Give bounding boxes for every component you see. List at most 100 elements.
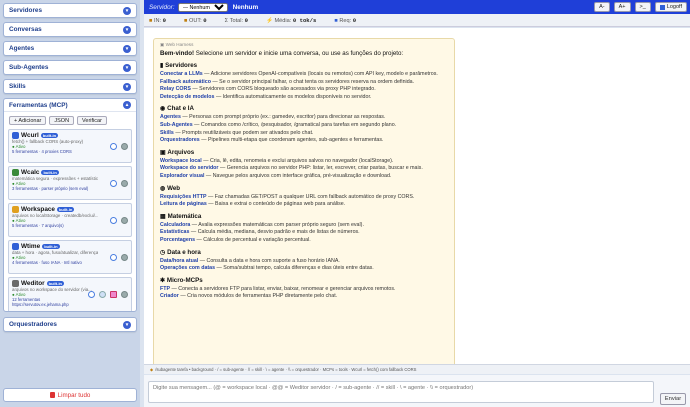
category-icon: ▣ (160, 148, 166, 156)
tool-name: Weditor (21, 280, 45, 287)
feature-item: Requisições HTTP — Faz chamadas GET/POST… (160, 193, 415, 200)
feature-item: FTP — Conecta a servidores FTP para list… (160, 285, 396, 292)
server-label: Servidor: (149, 3, 175, 11)
tool-card: Weditor built-in arquivos no workspace do … (8, 277, 132, 311)
refresh-icon[interactable] (99, 291, 106, 298)
toggle-icon[interactable] (88, 291, 95, 298)
feature-link[interactable]: Detecção de modelos (160, 94, 214, 100)
feature-item: Criador — Cria novos módulos de ferramen… (160, 293, 338, 300)
section-sub-agentes[interactable]: Sub-Agentes ▾ (3, 60, 137, 75)
toggle-icon[interactable] (110, 143, 117, 150)
feature-item: Fallback automático — Se o servidor prin… (160, 78, 415, 85)
feature-item: Leitura de páginas — Baixa e extrai o co… (160, 201, 346, 208)
section-skills[interactable]: Skills ▾ (3, 79, 137, 94)
feature-link[interactable]: Workspace do servidor (160, 165, 218, 171)
category-icon: ▮ (160, 62, 164, 69)
welcome-message: ▣ Web Harness Bem-vindo! Selecione um se… (153, 38, 455, 364)
gear-icon[interactable] (121, 180, 128, 187)
send-button[interactable]: Enviar (660, 393, 686, 405)
section-conversas[interactable]: Conversas ▾ (3, 22, 137, 37)
gear-icon[interactable] (121, 217, 128, 224)
toggle-icon[interactable] (110, 254, 117, 261)
stat-in: ■ IN: 0 (149, 16, 167, 24)
feature-item: Explorador visual — Navegue pelos arquiv… (160, 172, 392, 179)
document-icon (12, 280, 19, 287)
server-select[interactable]: — Nenhum — (177, 2, 228, 12)
gear-icon[interactable] (121, 291, 128, 298)
gear-icon[interactable] (121, 254, 128, 261)
category-title: ◷ Data e hora (160, 248, 201, 256)
category-title: ◉ Chat e IA (160, 105, 194, 113)
feature-link[interactable]: Criador (160, 293, 179, 299)
topbar: Servidor: — Nenhum — Nenhum A- A+ >_ Log… (144, 0, 690, 14)
feature-link[interactable]: Skills (160, 130, 174, 136)
feature-link[interactable]: Fallback automático (160, 79, 211, 85)
feature-link[interactable]: Conectar a LLMs (160, 71, 203, 77)
clear-all-button[interactable]: Limpar tudo (3, 388, 137, 402)
feature-list: ▮ Servidores Conectar a LLMs — Adicione s… (160, 62, 448, 301)
feature-link[interactable]: Sub-Agentes (160, 122, 193, 128)
add-tool-button[interactable]: + Adicionar (9, 116, 47, 125)
feature-link[interactable]: Orquestradores (160, 137, 200, 143)
logoff-button[interactable]: Logoff (654, 2, 687, 12)
section-ferramentas[interactable]: Ferramentas (MCP) ▴ (4, 99, 136, 112)
feature-link[interactable]: Explorador visual (160, 173, 204, 179)
welcome-intro: Bem-vindo! Selecione um servidor e inici… (160, 50, 404, 57)
delete-icon[interactable] (110, 291, 117, 298)
calculator-icon (12, 169, 19, 176)
feature-link[interactable]: Requisições HTTP (160, 194, 207, 200)
feature-item: Estatísticas — Calcula média, mediana, d… (160, 229, 360, 236)
message-input[interactable] (148, 381, 654, 403)
font-increase-button[interactable]: A+ (613, 2, 631, 12)
tools-panel: Ferramentas (MCP) ▴ + Adicionar JSON Veri… (3, 98, 137, 312)
feature-link[interactable]: Leitura de páginas (160, 201, 207, 207)
category-icon: ◍ (160, 184, 166, 192)
feature-item: Data/hora atual — Consulta a data e hora… (160, 257, 340, 264)
feature-item: Operações com datas — Soma/subtrai tempo… (160, 265, 374, 272)
json-button[interactable]: JSON (49, 116, 75, 125)
category-icon: ◷ (160, 248, 166, 256)
category-title: ◍ Web (160, 184, 181, 192)
tool-name: Wtime (21, 243, 41, 250)
category-title: ▦ Matemática (160, 212, 202, 220)
section-orquestradores[interactable]: Orquestradores ▾ (3, 317, 137, 332)
sidebar: Servidores ▾ Conversas ▾ Agentes ▾ Sub-Agen… (0, 0, 140, 407)
toggle-icon[interactable] (110, 217, 117, 224)
font-decrease-button[interactable]: A- (594, 2, 610, 12)
folder-icon (12, 206, 19, 213)
feature-link[interactable]: Estatísticas (160, 229, 189, 235)
tool-card: Workspace built-in arquivos no localStorag… (8, 203, 132, 237)
feature-item: Workspace local — Cria, lê, edita, renom… (160, 157, 394, 164)
feature-link[interactable]: Relay CORS (160, 86, 191, 92)
toggle-icon[interactable] (110, 180, 117, 187)
verify-button[interactable]: Verificar (77, 116, 107, 125)
chevron-down-icon: ▾ (123, 320, 131, 329)
terminal-button[interactable]: >_ (634, 2, 651, 12)
feature-item: Skills — Prompts reutilizáveis que podem… (160, 129, 314, 136)
builtin-badge: built-in (41, 170, 59, 175)
stat-out: ■ OUT: 0 (184, 16, 207, 24)
feature-link[interactable]: Operações com datas (160, 265, 215, 271)
feature-link[interactable]: Workspace local (160, 158, 202, 164)
feature-link[interactable]: FTP (160, 286, 170, 292)
chevron-down-icon: ▾ (123, 63, 131, 72)
output-icon: ■ (184, 17, 188, 24)
gear-icon[interactable] (121, 143, 128, 150)
server-name: Nenhum (232, 3, 259, 11)
tool-name: Workspace (21, 206, 55, 213)
feature-link[interactable]: Porcentagens (160, 237, 195, 243)
category-title: ✱ Micro-MCPs (160, 276, 203, 284)
feature-item: Sub-Agentes — Comandos como /crítico, /p… (160, 121, 397, 128)
feature-link[interactable]: Data/hora atual (160, 258, 198, 264)
section-agentes[interactable]: Agentes ▾ (3, 41, 137, 56)
hint-icon: ◆ (150, 367, 154, 372)
feature-item: Porcentagens — Cálculos de percentual e … (160, 236, 311, 243)
section-servidores[interactable]: Servidores ▾ (3, 3, 137, 18)
tool-card: Wcalc built-in matemática segura · express… (8, 166, 132, 200)
tool-card: Wcurl built-in fetch() + fallback CORS (au… (8, 129, 132, 163)
feature-link[interactable]: Agentes (160, 114, 181, 120)
feature-item: Relay CORS — Servidores com CORS bloquea… (160, 86, 376, 93)
feature-item: Agentes — Personas com prompt próprio (e… (160, 114, 386, 121)
trash-icon (49, 392, 55, 398)
feature-link[interactable]: Calculadora (160, 222, 190, 228)
